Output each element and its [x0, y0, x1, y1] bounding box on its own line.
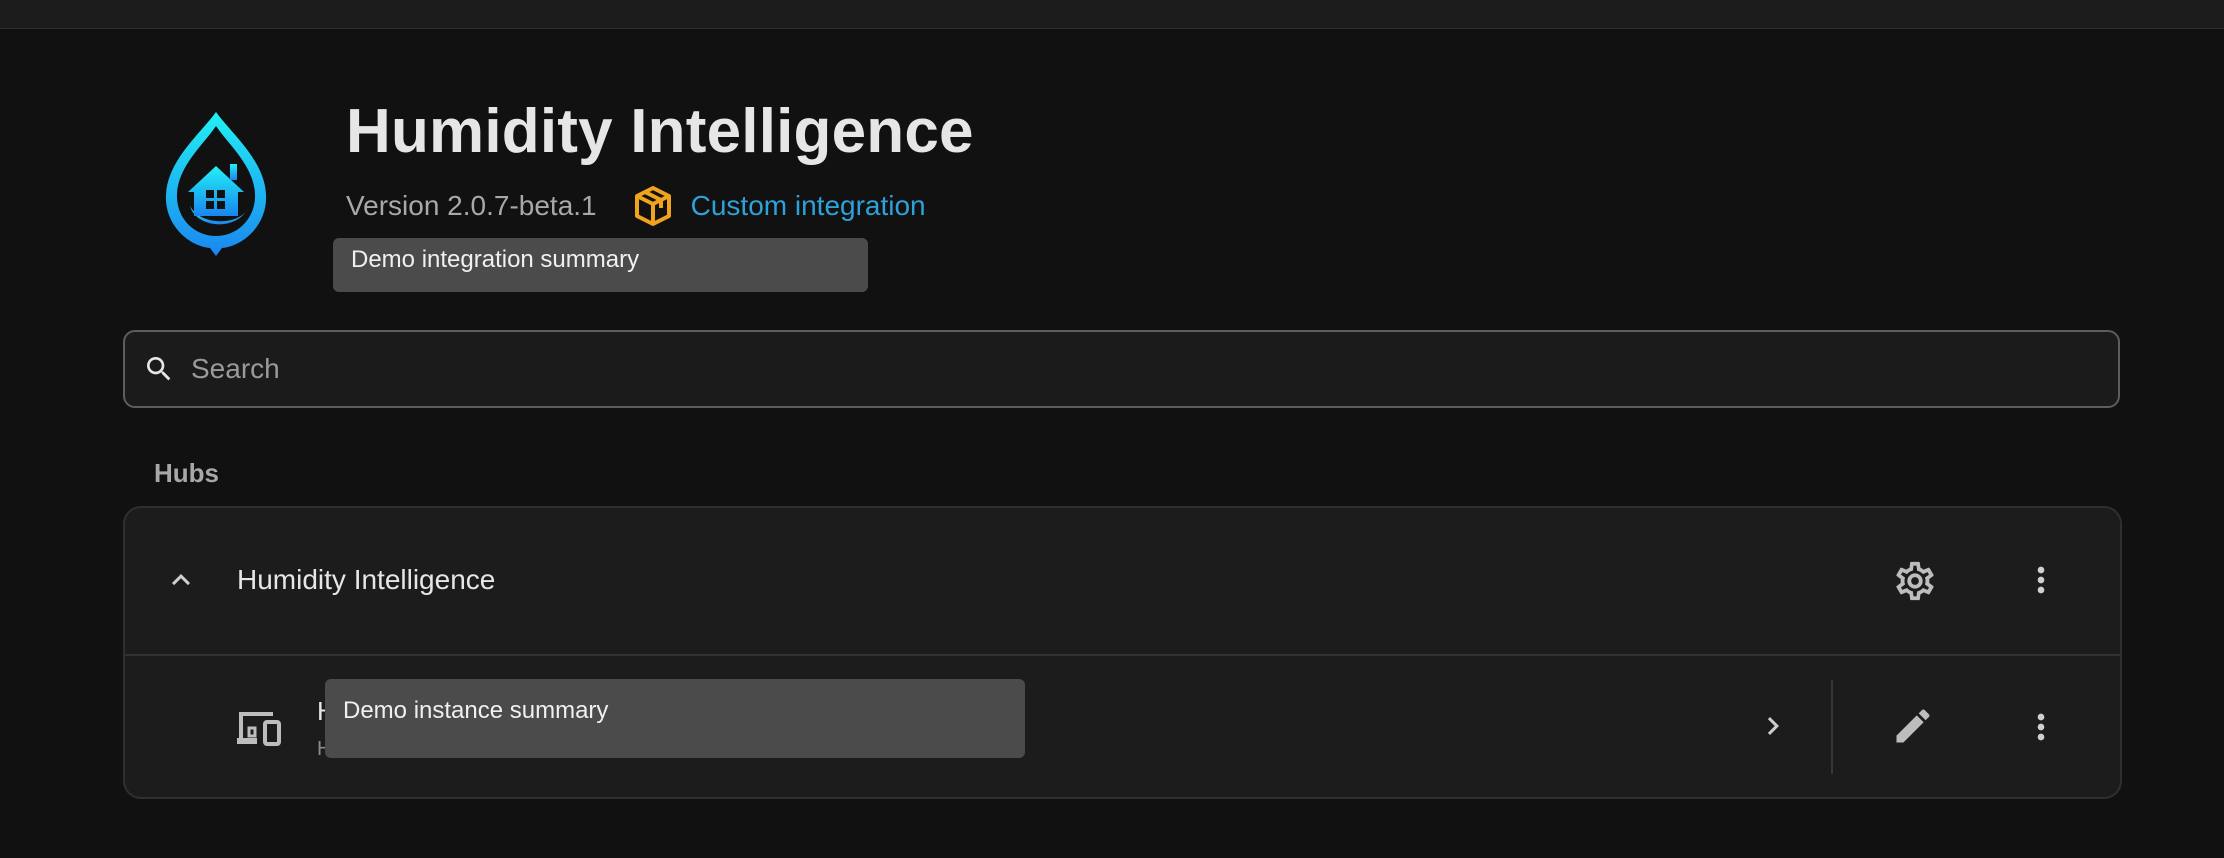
- chevron-up-icon[interactable]: [163, 562, 199, 598]
- chevron-right-icon[interactable]: [1755, 708, 1791, 744]
- search-icon: [147, 357, 171, 381]
- instance-summary-tooltip: Demo instance summary: [325, 679, 1025, 758]
- version-label: Version 2.0.7-beta.1: [346, 190, 597, 221]
- custom-integration-link[interactable]: Custom integration: [691, 190, 926, 222]
- search-input[interactable]: [189, 352, 2118, 386]
- integration-title: Humidity Intelligence: [346, 97, 974, 166]
- hub-title: Humidity Intelligence: [237, 564, 496, 595]
- integration-meta: Version 2.0.7-beta.1 Custom integration: [346, 186, 926, 226]
- search-box[interactable]: [123, 330, 2120, 408]
- hub-menu-icon[interactable]: [2021, 560, 2061, 600]
- integration-summary-tooltip: Demo integration summary: [333, 238, 868, 292]
- gear-icon[interactable]: [1892, 558, 1938, 604]
- package-icon: [634, 186, 671, 226]
- top-app-bar: [0, 0, 2224, 29]
- pencil-icon[interactable]: [1891, 704, 1935, 748]
- hub-row[interactable]: Humidity Intelligence: [125, 508, 2120, 656]
- entry-menu-icon[interactable]: [2021, 707, 2061, 747]
- integration-logo-icon: [165, 112, 267, 256]
- devices-icon: [237, 712, 281, 746]
- hubs-section-label: Hubs: [154, 458, 219, 488]
- entry-divider: [1831, 680, 1833, 774]
